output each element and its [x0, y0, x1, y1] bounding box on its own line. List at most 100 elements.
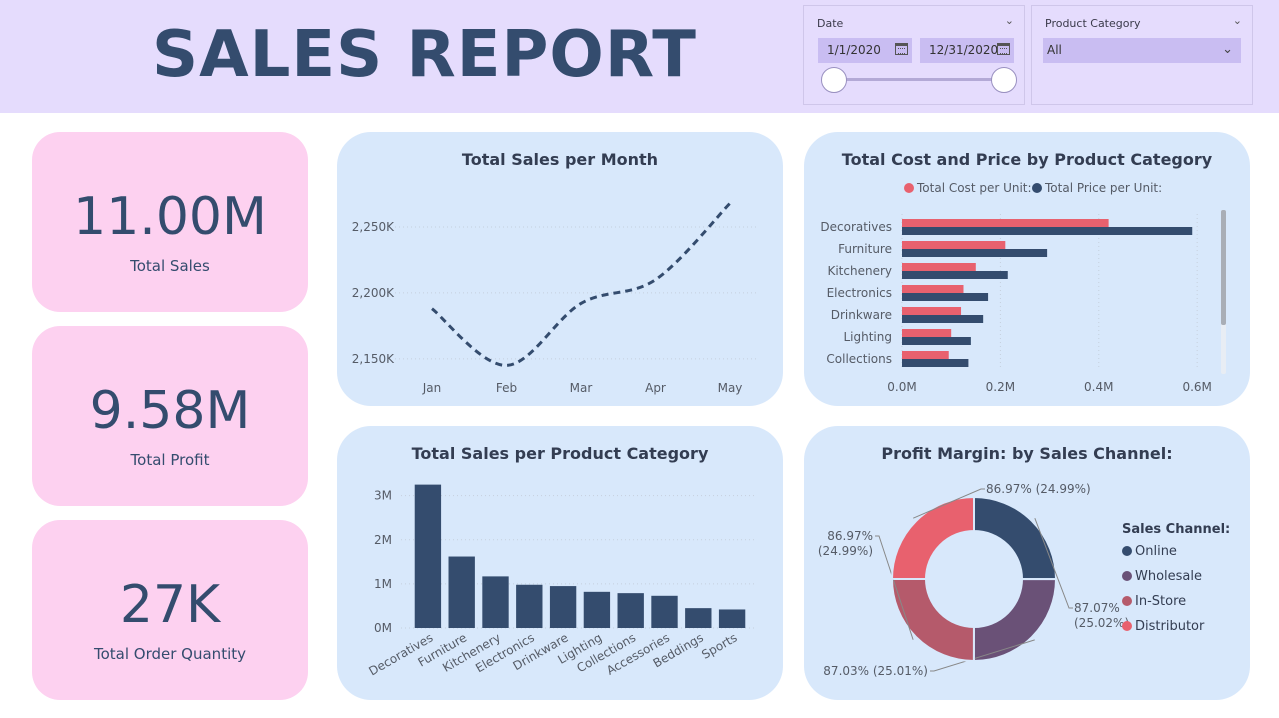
- kpi-label: Total Profit: [130, 451, 210, 469]
- bar: [516, 584, 543, 628]
- legend-item[interactable]: In-Store: [1122, 594, 1186, 609]
- slice-label: 86.97% (24.99%): [986, 482, 1091, 496]
- legend-label: Total Cost per Unit:: [916, 181, 1032, 195]
- kpi-total-profit: 9.58M Total Profit: [32, 326, 308, 506]
- bar: [902, 285, 964, 293]
- legend-marker: [1122, 621, 1132, 631]
- bar: [902, 337, 971, 345]
- kpi-value: 27K: [119, 575, 221, 635]
- slice-label: 87.03% (25.01%): [823, 664, 928, 678]
- kpi-label: Total Sales: [130, 257, 210, 275]
- bar: [448, 556, 475, 628]
- bar: [902, 351, 949, 359]
- y-category-label: Lighting: [843, 330, 892, 344]
- x-tick-label: Mar: [570, 381, 593, 395]
- legend-label: Wholesale: [1135, 569, 1203, 584]
- profit-margin-card: Profit Margin: by Sales Channel: 87.07%(…: [804, 426, 1250, 700]
- legend-marker: [1122, 546, 1132, 556]
- bar: [902, 219, 1109, 227]
- bar: [902, 315, 984, 323]
- y-category-label: Decoratives: [820, 220, 892, 234]
- bar: [651, 595, 678, 628]
- legend-marker: [1122, 571, 1132, 581]
- cost-price-chart: Total Cost per Unit: Total Price per Unit…: [820, 181, 1226, 394]
- bar: [617, 593, 644, 628]
- date-range-track[interactable]: [834, 78, 1004, 81]
- chevron-down-icon[interactable]: ⌄: [1005, 14, 1014, 27]
- legend-item[interactable]: Wholesale: [1122, 569, 1202, 584]
- kpi-value: 11.00M: [73, 187, 267, 247]
- bar: [902, 307, 962, 315]
- slice-label: (25.02%): [1074, 616, 1129, 630]
- bar: [902, 263, 976, 271]
- y-tick-label: 0M: [374, 621, 392, 635]
- sales-per-category-card: Total Sales per Product Category 0M 1M 2M 3…: [337, 426, 783, 700]
- end-date-input[interactable]: 12/31/2020: [920, 38, 1014, 63]
- product-category-value: All: [1047, 43, 1062, 57]
- x-tick-label: Apr: [645, 381, 666, 395]
- y-tick-label: 1M: [374, 577, 392, 591]
- calendar-icon[interactable]: [997, 43, 1010, 55]
- y-tick-label: 2M: [374, 533, 392, 547]
- bar: [902, 329, 952, 337]
- date-range-end-handle[interactable]: [991, 67, 1017, 93]
- page-title: SALES REPORT: [152, 18, 697, 92]
- donut-slice: [890, 577, 975, 663]
- legend-label: Online: [1135, 544, 1177, 559]
- product-category-slicer[interactable]: Product Category ⌄ All ⌄: [1031, 5, 1253, 105]
- x-tick-label: 0.6M: [1182, 380, 1211, 394]
- y-tick-label: 2,150K: [352, 352, 395, 366]
- legend-marker: [1032, 183, 1042, 193]
- slice-label: 87.07%: [1074, 601, 1120, 615]
- bar: [902, 271, 1008, 279]
- y-category-label: Electronics: [827, 286, 892, 300]
- x-tick-label: Feb: [496, 381, 517, 395]
- y-category-label: Collections: [826, 352, 892, 366]
- bar: [685, 608, 712, 628]
- slice-label: 86.97%: [827, 529, 873, 543]
- kpi-total-sales: 11.00M Total Sales: [32, 132, 308, 312]
- y-category-label: Drinkware: [831, 308, 892, 322]
- y-category-label: Kitchenery: [827, 264, 892, 278]
- sales-per-month-chart: 2,150K 2,200K 2,250K Jan Feb Mar Apr May: [352, 202, 757, 395]
- donut-slice: [972, 578, 1058, 663]
- bar: [718, 609, 746, 628]
- end-date-value: 12/31/2020: [929, 43, 999, 57]
- start-date-input[interactable]: 1/1/2020: [818, 38, 912, 63]
- bar: [482, 576, 509, 628]
- legend-label: In-Store: [1135, 594, 1187, 609]
- x-tick-label: May: [718, 381, 743, 395]
- legend-label: Distributor: [1135, 619, 1205, 634]
- y-tick-label: 2,250K: [352, 220, 395, 234]
- bar: [414, 484, 442, 628]
- profit-margin-chart: 87.07%(25.02%) 87.03% (25.01%) 86.97%(24.9…: [818, 482, 1129, 678]
- bar: [549, 586, 577, 628]
- legend-marker: [904, 183, 914, 193]
- bar: [902, 359, 969, 367]
- x-tick-label: 0.2M: [986, 380, 1015, 394]
- date-slicer[interactable]: Date ⌄ 1/1/2020 12/31/2020: [803, 5, 1025, 105]
- chevron-down-icon[interactable]: ⌄: [1222, 42, 1233, 57]
- x-tick-label: 0.4M: [1084, 380, 1113, 394]
- kpi-value: 9.58M: [89, 381, 251, 441]
- product-category-label: Product Category: [1045, 17, 1141, 30]
- x-category-label: Sports: [699, 630, 739, 661]
- chevron-down-icon[interactable]: ⌄: [1233, 14, 1242, 27]
- calendar-icon[interactable]: [895, 43, 908, 55]
- legend-label: Total Price per Unit:: [1044, 181, 1162, 195]
- y-tick-label: 3M: [374, 489, 392, 503]
- cost-price-card: Total Cost and Price by Product Category…: [804, 132, 1250, 406]
- x-tick-label: 0.0M: [887, 380, 916, 394]
- sales-line-series: [431, 202, 732, 367]
- product-category-select[interactable]: All ⌄: [1043, 38, 1241, 63]
- date-range-start-handle[interactable]: [821, 67, 847, 93]
- kpi-label: Total Order Quantity: [93, 645, 246, 663]
- bar: [902, 241, 1006, 249]
- legend-item[interactable]: Online: [1122, 544, 1177, 559]
- legend-item[interactable]: Distributor: [1122, 619, 1204, 634]
- bar: [902, 227, 1193, 235]
- bar: [583, 591, 611, 628]
- sales-per-month-card: Total Sales per Month 2,150K 2,200K 2,250K…: [337, 132, 783, 406]
- kpi-total-order-quantity: 27K Total Order Quantity: [32, 520, 308, 700]
- header-bar: SALES REPORT Date ⌄ 1/1/2020 12/31/2020 …: [0, 0, 1279, 113]
